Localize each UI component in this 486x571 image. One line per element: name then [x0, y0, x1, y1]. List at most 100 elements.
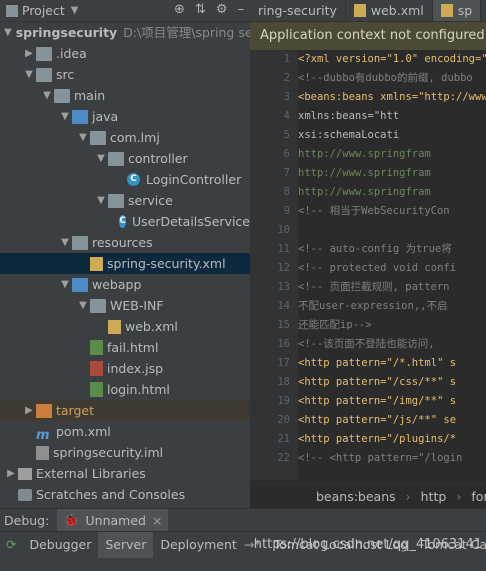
- gear-icon[interactable]: ⚙: [216, 2, 228, 17]
- debug-tab[interactable]: Server: [98, 531, 154, 558]
- code-line[interactable]: <!--该页面不登陆也能访问,: [298, 335, 486, 354]
- expand-down-icon[interactable]: ▼: [94, 148, 108, 169]
- code-area[interactable]: <?xml version="1.0" encoding=" <!--dubbo有…: [298, 50, 486, 480]
- tree-node[interactable]: ▼ WEB-INF: [0, 295, 250, 316]
- tree-node[interactable]: C UserDetailsService: [0, 211, 250, 232]
- tree-node-label: login.html: [107, 382, 170, 397]
- tree-node[interactable]: ▼ service: [0, 190, 250, 211]
- line-number: 21: [277, 433, 290, 445]
- editor-tabs: ring-security web.xml sp: [250, 0, 486, 22]
- tree-node[interactable]: m pom.xml: [0, 421, 250, 443]
- source-folder-icon: [72, 109, 88, 124]
- expand-down-icon[interactable]: ▼: [94, 190, 108, 211]
- expand-down-icon[interactable]: ▼: [40, 85, 54, 106]
- tree-node[interactable]: web.xml: [0, 316, 250, 337]
- expand-down-icon[interactable]: ▼: [58, 106, 72, 127]
- project-panel: Project ▼ ⊕ ⇅ ⚙ – ▼ springsecurity D:\项目管理…: [0, 0, 250, 508]
- breadcrumb-item[interactable]: http: [421, 489, 447, 504]
- code-line[interactable]: xmlns:beans="htt: [298, 107, 486, 126]
- source-folder-icon: [72, 277, 88, 292]
- code-line[interactable]: 不配user-expression,,不启: [298, 297, 486, 316]
- code-line[interactable]: <!--dubbo有dubbo的前缀, dubbo: [298, 69, 486, 88]
- code-line[interactable]: [298, 221, 486, 240]
- tree-node[interactable]: Scratches and Consoles: [0, 484, 250, 505]
- code-line[interactable]: <http pattern="/img/**" s: [298, 392, 486, 411]
- line-number: 10: [277, 224, 290, 236]
- code-line[interactable]: <?xml version="1.0" encoding=": [298, 50, 486, 69]
- expand-down-icon[interactable]: ▼: [4, 22, 12, 43]
- code-line[interactable]: <http pattern="/*.html" s: [298, 354, 486, 373]
- close-icon[interactable]: ×: [152, 513, 162, 528]
- code-line[interactable]: <!-- 页面拦截规则, pattern: [298, 278, 486, 297]
- code-line[interactable]: http://www.springfram: [298, 183, 486, 202]
- expand-down-icon[interactable]: ▼: [22, 64, 36, 85]
- tree-node[interactable]: ▼ webapp: [0, 274, 250, 295]
- tree-node[interactable]: ▼ src: [0, 64, 250, 85]
- expand-right-icon[interactable]: ▶: [22, 400, 36, 421]
- debug-panel: Debug: 🐞 Unnamed × ⟳ Debugger Server Deplo…: [0, 508, 486, 571]
- tree-node-label: .idea: [56, 46, 87, 61]
- tree-node[interactable]: ▼ resources: [0, 232, 250, 253]
- expand-down-icon[interactable]: ▼: [58, 232, 72, 253]
- context-warning-banner[interactable]: Application context not configured for: [250, 22, 486, 50]
- code-line[interactable]: <!-- <http pattern="/login: [298, 449, 486, 468]
- expand-down-icon[interactable]: ▼: [58, 274, 72, 295]
- html-file-icon: [90, 382, 103, 397]
- editor-tab[interactable]: web.xml: [346, 0, 433, 21]
- tree-node[interactable]: ▼ springsecurity D:\项目管理\spring se: [0, 22, 250, 43]
- debug-tab[interactable]: Debugger: [22, 532, 98, 558]
- tree-node[interactable]: ▼ controller: [0, 148, 250, 169]
- tree-node[interactable]: ▼ main: [0, 85, 250, 106]
- expand-right-icon[interactable]: ▶: [4, 463, 18, 484]
- code-line[interactable]: <!-- 相当于WebSecurityCon: [298, 202, 486, 221]
- tree-node[interactable]: ▼ java: [0, 106, 250, 127]
- tree-node[interactable]: springsecurity.iml: [0, 442, 250, 463]
- editor-tab[interactable]: ring-security: [250, 0, 346, 21]
- tree-node[interactable]: ▶ target: [0, 400, 250, 421]
- tree-node[interactable]: fail.html: [0, 337, 250, 358]
- tree-node[interactable]: C LoginController: [0, 169, 250, 190]
- code-line[interactable]: <http pattern="/css/**" s: [298, 373, 486, 392]
- minimize-icon[interactable]: –: [238, 2, 245, 17]
- tree-node[interactable]: ▶ .idea: [0, 43, 250, 64]
- excluded-folder-icon: [36, 403, 52, 418]
- line-number: 13: [277, 281, 290, 293]
- debug-tab[interactable]: Deployment: [153, 532, 243, 558]
- project-panel-title[interactable]: Project: [22, 3, 65, 18]
- line-number: 11: [277, 243, 290, 255]
- tree-node[interactable]: login.html: [0, 379, 250, 400]
- html-file-icon: [90, 340, 103, 355]
- debug-session-tab[interactable]: 🐞 Unnamed ×: [57, 509, 169, 531]
- expand-right-icon[interactable]: ▶: [22, 43, 36, 64]
- code-line[interactable]: <!-- auto-config 为true将: [298, 240, 486, 259]
- code-line[interactable]: <beans:beans xmlns="http://www: [298, 88, 486, 107]
- line-number-gutter: 1 2 3 4 5 6 7 8 9 10 11 12 13 14 15 16 17 18 19 20 21 22: [250, 50, 298, 480]
- dropdown-arrow-icon[interactable]: ▼: [71, 5, 79, 16]
- breadcrumb-item[interactable]: beans:beans: [316, 489, 396, 504]
- tree-node[interactable]: spring-security.xml: [0, 253, 250, 274]
- code-line[interactable]: <http pattern="/plugins/*: [298, 430, 486, 449]
- class-icon: C: [127, 173, 140, 186]
- expand-down-icon[interactable]: ▼: [76, 295, 90, 316]
- tree-node-label: index.jsp: [107, 361, 164, 376]
- expand-down-icon[interactable]: ▼: [76, 127, 90, 148]
- locate-target-icon[interactable]: ⊕: [174, 2, 185, 17]
- code-line[interactable]: <!-- protected void confi: [298, 259, 486, 278]
- tree-node[interactable]: ▼ com.lmj: [0, 127, 250, 148]
- line-number: 9: [283, 205, 290, 217]
- collapse-all-icon[interactable]: ⇅: [195, 2, 206, 17]
- code-line[interactable]: <http pattern="/js/**" se: [298, 411, 486, 430]
- code-line[interactable]: 还能匹配ip-->: [298, 316, 486, 335]
- tree-node[interactable]: index.jsp: [0, 358, 250, 379]
- code-line[interactable]: xsi:schemaLocati: [298, 126, 486, 145]
- project-view-icon[interactable]: [6, 4, 18, 17]
- tree-node[interactable]: ▶ External Libraries: [0, 463, 250, 484]
- code-line[interactable]: http://www.springfram: [298, 145, 486, 164]
- line-number: 19: [277, 395, 290, 407]
- line-number: 1: [283, 53, 290, 65]
- rerun-icon[interactable]: ⟳: [0, 537, 22, 552]
- tree-node-label: resources: [92, 235, 153, 250]
- breadcrumb-item[interactable]: form: [471, 489, 486, 504]
- editor-tab[interactable]: sp: [432, 0, 482, 21]
- code-line[interactable]: http://www.springfram: [298, 164, 486, 183]
